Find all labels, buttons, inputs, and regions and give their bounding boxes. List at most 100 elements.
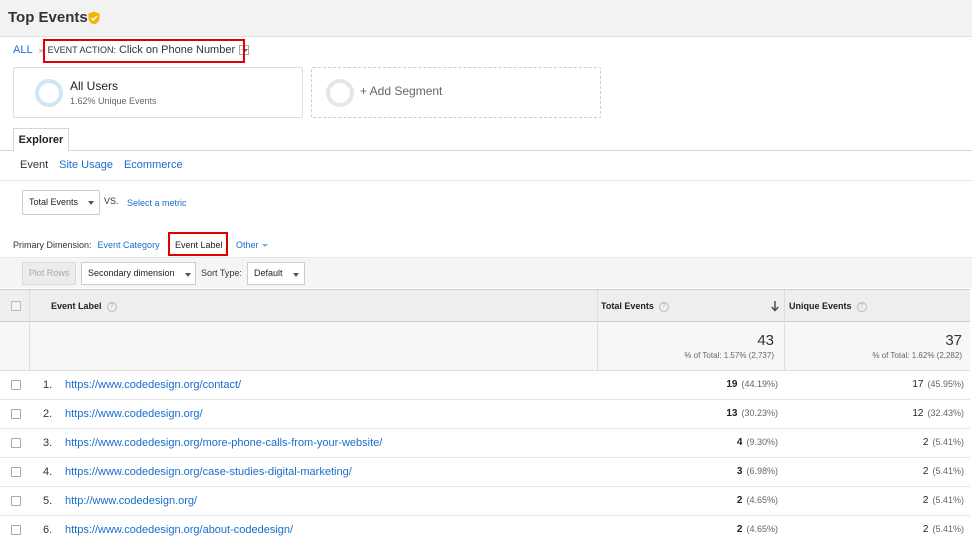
unique-events-value: 2 — [922, 466, 929, 477]
total-events-cell: 13 (30.23%) — [598, 408, 778, 419]
table-row: 5. http://www.codedesign.org/ 2 (4.65%) 2… — [0, 487, 970, 516]
total-events-pct: (44.19%) — [741, 379, 778, 389]
table-header: Event Label? Total Events? Unique Events… — [0, 289, 970, 322]
column-divider — [597, 290, 598, 322]
column-header-total-events[interactable]: Total Events? — [601, 290, 669, 322]
column-header-unique-events[interactable]: Unique Events? — [789, 290, 867, 322]
unique-events-cell: 2 (5.41%) — [786, 524, 964, 535]
page-title: Top Events — [8, 9, 88, 26]
unique-events-pct: (45.95%) — [927, 379, 964, 389]
unique-events-value: 17 — [912, 379, 924, 390]
total-events-cell: 2 (4.65%) — [598, 524, 778, 535]
unique-events-total: 37 — [945, 332, 962, 349]
unique-events-percent: % of Total: 1.62% (2,282) — [872, 351, 962, 360]
row-checkbox[interactable] — [11, 496, 21, 506]
unique-events-cell: 2 (5.41%) — [786, 437, 964, 448]
column-header-text: Unique Events — [789, 301, 852, 311]
column-divider — [784, 322, 785, 370]
segment-ring-icon — [326, 79, 354, 107]
total-events-value: 4 — [736, 437, 743, 448]
subtab-site-usage[interactable]: Site Usage — [59, 159, 113, 171]
column-header-text: Total Events — [601, 301, 654, 311]
event-label-link[interactable]: https://www.codedesign.org/more-phone-ca… — [65, 437, 382, 449]
tab-explorer[interactable]: Explorer — [13, 128, 69, 152]
secondary-dimension-label: Secondary dimension — [88, 268, 175, 278]
row-checkbox[interactable] — [11, 438, 21, 448]
tab-strip: Explorer — [0, 128, 972, 152]
row-checkbox[interactable] — [11, 467, 21, 477]
row-number: 5. — [43, 495, 53, 507]
add-segment-button[interactable]: + Add Segment — [311, 67, 601, 118]
total-events-cell: 19 (44.19%) — [598, 379, 778, 390]
unique-events-cell: 2 (5.41%) — [786, 466, 964, 477]
unique-events-cell: 17 (45.95%) — [786, 379, 964, 390]
segment-subtitle: 1.62% Unique Events — [70, 96, 157, 106]
segment-name: All Users — [70, 79, 119, 93]
total-events-cell: 3 (6.98%) — [598, 466, 778, 477]
primary-dimension-label: Primary Dimension: — [13, 240, 92, 250]
explorer-subtabs: Event Site Usage Ecommerce — [20, 159, 183, 171]
segment-all-users[interactable]: All Users 1.62% Unique Events — [13, 67, 303, 118]
subtab-event[interactable]: Event — [20, 159, 48, 171]
unique-events-pct: (5.41%) — [932, 495, 964, 505]
dimension-other[interactable]: Other — [236, 240, 259, 250]
sort-type-label: Sort Type: — [201, 268, 242, 278]
total-events-value: 19 — [726, 379, 738, 390]
subtab-ecommerce[interactable]: Ecommerce — [124, 159, 183, 171]
total-events-cell: 2 (4.65%) — [598, 495, 778, 506]
event-label-link[interactable]: https://www.codedesign.org/case-studies-… — [65, 466, 352, 478]
total-events-cell: 4 (9.30%) — [598, 437, 778, 448]
chevron-down-icon — [293, 273, 299, 277]
total-events-value: 3 — [736, 466, 743, 477]
select-all-checkbox[interactable] — [11, 301, 21, 311]
arrow-down-icon[interactable] — [771, 301, 779, 312]
total-events-pct: (4.65%) — [746, 495, 778, 505]
plot-rows-button[interactable]: Plot Rows — [22, 262, 76, 285]
top-bar: Top Events — [0, 0, 972, 37]
metric-select-value: Total Events — [29, 197, 79, 207]
column-header-event-label[interactable]: Event Label? — [51, 290, 117, 322]
unique-events-value: 2 — [922, 495, 929, 506]
table-row: 2. https://www.codedesign.org/ 13 (30.23%… — [0, 400, 970, 429]
event-label-link[interactable]: https://www.codedesign.org/ — [65, 408, 203, 420]
row-checkbox[interactable] — [11, 409, 21, 419]
divider — [0, 180, 972, 181]
row-checkbox[interactable] — [11, 525, 21, 535]
unique-events-pct: (5.41%) — [932, 437, 964, 447]
breadcrumb-all-link[interactable]: ALL — [13, 44, 33, 56]
segment-ring-icon — [35, 79, 63, 107]
event-label-link[interactable]: https://www.codedesign.org/contact/ — [65, 379, 241, 391]
dimension-event-category[interactable]: Event Category — [98, 240, 160, 250]
column-divider — [784, 290, 785, 322]
secondary-dimension-select[interactable]: Secondary dimension — [81, 262, 196, 285]
sort-type-select[interactable]: Default — [247, 262, 305, 285]
header-checkbox-cell — [0, 290, 30, 322]
primary-dimension-bar: Primary Dimension: Event Category — [13, 240, 160, 250]
unique-events-pct: (32.43%) — [927, 408, 964, 418]
dimension-event-label[interactable]: Event Label — [175, 240, 223, 250]
unique-events-cell: 12 (32.43%) — [786, 408, 964, 419]
table-row: 3. https://www.codedesign.org/more-phone… — [0, 429, 970, 458]
row-number: 4. — [43, 466, 53, 478]
row-checkbox[interactable] — [11, 380, 21, 390]
unique-events-cell: 2 (5.41%) — [786, 495, 964, 506]
help-icon[interactable]: ? — [856, 301, 867, 312]
highlight-box-event-action — [43, 39, 245, 63]
table-toolbar: Plot Rows Secondary dimension Sort Type:… — [0, 257, 972, 288]
event-label-link[interactable]: http://www.codedesign.org/ — [65, 495, 197, 507]
metric-select[interactable]: Total Events — [22, 190, 100, 215]
select-a-metric-link[interactable]: Select a metric — [127, 198, 187, 208]
help-icon[interactable]: ? — [106, 301, 117, 312]
unique-events-value: 12 — [912, 408, 924, 419]
total-events-value: 2 — [736, 495, 743, 506]
total-events-pct: (30.23%) — [741, 408, 778, 418]
unique-events-pct: (5.41%) — [932, 466, 964, 476]
total-events-value: 2 — [736, 524, 743, 535]
event-label-link[interactable]: https://www.codedesign.org/about-codedes… — [65, 524, 293, 536]
help-icon[interactable]: ? — [658, 301, 669, 312]
row-number: 6. — [43, 524, 53, 536]
column-divider — [29, 322, 30, 370]
breadcrumb: ALL » EVENT ACTION: Click on Phone Numbe… — [13, 39, 250, 63]
verified-badge-icon — [88, 11, 100, 25]
table-row: 4. https://www.codedesign.org/case-studi… — [0, 458, 970, 487]
